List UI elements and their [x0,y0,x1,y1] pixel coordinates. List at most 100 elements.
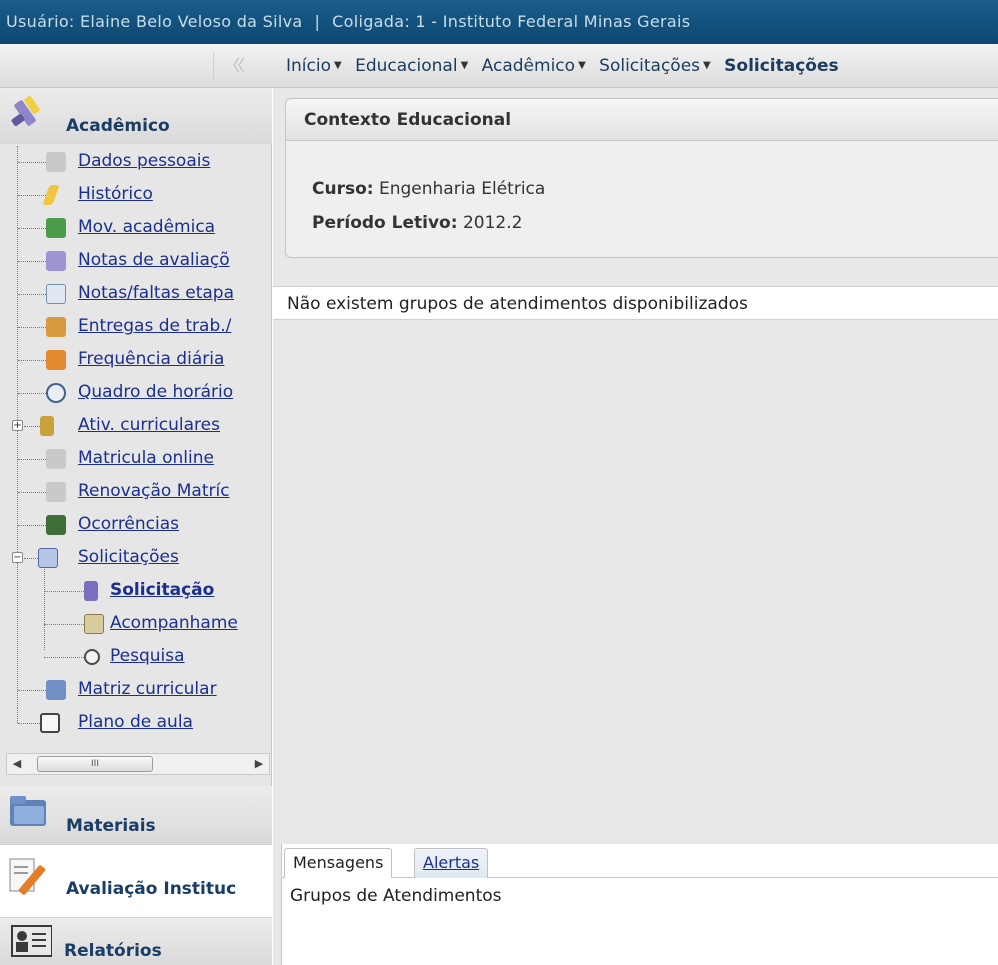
tree-item-quadro-horario[interactable]: Quadro de horário [0,377,272,410]
expand-icon[interactable]: + [12,420,23,431]
header-separator: | [314,12,321,31]
brush-icon [11,96,40,126]
tree-item-entregas[interactable]: Entregas de trab./ [0,311,272,344]
menu-solicitacoes-label: Solicitações [599,56,701,76]
panel-materiais-header[interactable]: Materiais [0,786,272,844]
breadcrumb-menu: Início ▼ Educacional ▼ Acadêmico ▼ Solicita… [286,44,847,87]
empty-groups-message: Não existem grupos de atendimentos dispo… [273,286,998,320]
tab-alertas[interactable]: Alertas [414,848,489,878]
tree-link[interactable]: Entregas de trab./ [78,316,231,336]
report-icon [11,925,52,957]
curso-row: Curso: Engenharia Elétrica [312,179,545,199]
request-icon [38,548,58,568]
person-icon [40,416,54,436]
collapse-icon[interactable]: − [12,552,23,563]
periodo-row: Período Letivo: 2012.2 [312,213,522,233]
chevron-down-icon: ▼ [578,60,586,71]
chevron-down-icon: ▼ [460,60,469,71]
user-card-icon [46,449,66,469]
tree-link[interactable]: Notas de avaliaçõ [78,250,230,270]
pencil-icon [42,185,60,205]
tree-link[interactable]: Ativ. curriculares [78,415,220,435]
panel-academico-header[interactable]: Acadêmico [0,88,272,144]
menu-solicitacoes[interactable]: Solicitações ▼ [599,56,711,76]
folder-icon [10,796,46,826]
tree-item-plano-aula[interactable]: Plano de aula [0,707,272,740]
magnifier-icon [84,649,100,665]
tree-link[interactable]: Quadro de horário [78,382,233,402]
tree-link[interactable]: Matriz curricular [78,679,217,699]
tree-link[interactable]: Matricula online [78,448,214,468]
tree-item-pesquisa[interactable]: Pesquisa [0,641,272,674]
panel-avaliacao-title: Avaliação Instituc [66,879,237,899]
menu-educacional[interactable]: Educacional ▼ [355,56,468,76]
tree-link-selected[interactable]: Solicitação [110,580,214,600]
clock-icon [46,383,66,403]
user-card-icon [46,482,66,502]
tab-mensagens[interactable]: Mensagens [284,848,393,878]
grid-icon [46,284,66,304]
chevron-down-icon: ▼ [703,60,711,71]
scroll-left-icon[interactable]: ◀ [7,754,27,774]
menu-academico-label: Acadêmico [481,56,576,76]
tree-link[interactable]: Acompanhame [110,613,238,633]
bottom-panel: Mensagens Alertas Grupos de Atendimentos [281,844,998,965]
check-icon [46,680,66,700]
periodo-value: 2012.2 [462,213,523,233]
panel-relatorios-header[interactable]: Relatórios [0,918,272,965]
tree-link[interactable]: Notas/faltas etapa [78,283,234,303]
tree-link[interactable]: Frequência diária [78,349,224,369]
tree-item-ativ-curriculares[interactable]: + Ativ. curriculares [0,410,272,443]
menu-current-page[interactable]: Solicitações [724,56,838,76]
tree-link[interactable]: Plano de aula [78,712,193,732]
main-content: Contexto Educacional Curso: Engenharia E… [273,88,998,965]
scrollbar-thumb[interactable]: III [37,756,153,772]
tree-item-dados-pessoais[interactable]: Dados pessoais [0,146,272,179]
chevron-down-icon: ▼ [333,60,342,71]
collapse-sidebar-button[interactable]: 〈〈 [213,52,273,80]
menu-inicio[interactable]: Início ▼ [286,56,342,76]
menu-academico[interactable]: Acadêmico ▼ [482,56,586,76]
tree-link[interactable]: Histórico [78,184,153,204]
tree-item-notas-avaliacao[interactable]: Notas de avaliaçõ [0,245,272,278]
inbox-icon [46,317,66,337]
tree-item-renovacao[interactable]: Renovação Matríc [0,476,272,509]
tree-item-mov-academica[interactable]: Mov. acadêmica [0,212,272,245]
arrows-icon [46,218,66,238]
edit-document-icon [9,858,46,895]
book-icon [40,713,60,733]
user-info-bar: Usuário: Elaine Belo Veloso da Silva | Col… [0,0,998,44]
tree-link[interactable]: Dados pessoais [78,151,210,171]
panel-academico-title: Acadêmico [66,116,170,136]
tree-link[interactable]: Solicitações [78,547,179,567]
tree-item-acompanhamento[interactable]: Acompanhame [0,608,272,641]
coligada-info: Coligada: 1 - Instituto Federal Minas Ge… [332,12,691,31]
curso-label: Curso: [312,179,374,199]
megaphone-icon [46,515,66,535]
chart-icon [46,251,66,271]
tree-link[interactable]: Pesquisa [110,646,185,666]
tree-item-matricula-online[interactable]: Matricula online [0,443,272,476]
tree-item-ocorrencias[interactable]: Ocorrências [0,509,272,542]
horizontal-scrollbar[interactable]: ◀ III ▶ [6,753,270,775]
menu-inicio-label: Início [286,56,331,76]
sidebar: Acadêmico Dados pessoais Histórico Mov. … [0,88,272,965]
tree-item-notas-faltas[interactable]: Notas/faltas etapa [0,278,272,311]
tree-item-matriz-curricular[interactable]: Matriz curricular [0,674,272,707]
user-name: Usuário: Elaine Belo Veloso da Silva [6,12,303,31]
groups-of-service-text: Grupos de Atendimentos [290,886,502,906]
tree-item-historico[interactable]: Histórico [0,179,272,212]
tree-item-solicitacao[interactable]: Solicitação [0,575,272,608]
periodo-label: Período Letivo: [312,213,458,233]
academico-tree: Dados pessoais Histórico Mov. acadêmica … [0,146,272,742]
scroll-right-icon[interactable]: ▶ [249,754,269,774]
tree-item-frequencia[interactable]: Frequência diária [0,344,272,377]
context-box: Contexto Educacional Curso: Engenharia E… [285,98,998,258]
calendar-icon [46,350,66,370]
panel-avaliacao-header[interactable]: Avaliação Instituc [0,844,272,918]
bottom-tabs: Mensagens Alertas [282,848,998,878]
tree-item-solicitacoes[interactable]: − Solicitações [0,542,272,575]
tree-link[interactable]: Ocorrências [78,514,179,534]
tree-link[interactable]: Mov. acadêmica [78,217,215,237]
tree-link[interactable]: Renovação Matríc [78,481,230,501]
